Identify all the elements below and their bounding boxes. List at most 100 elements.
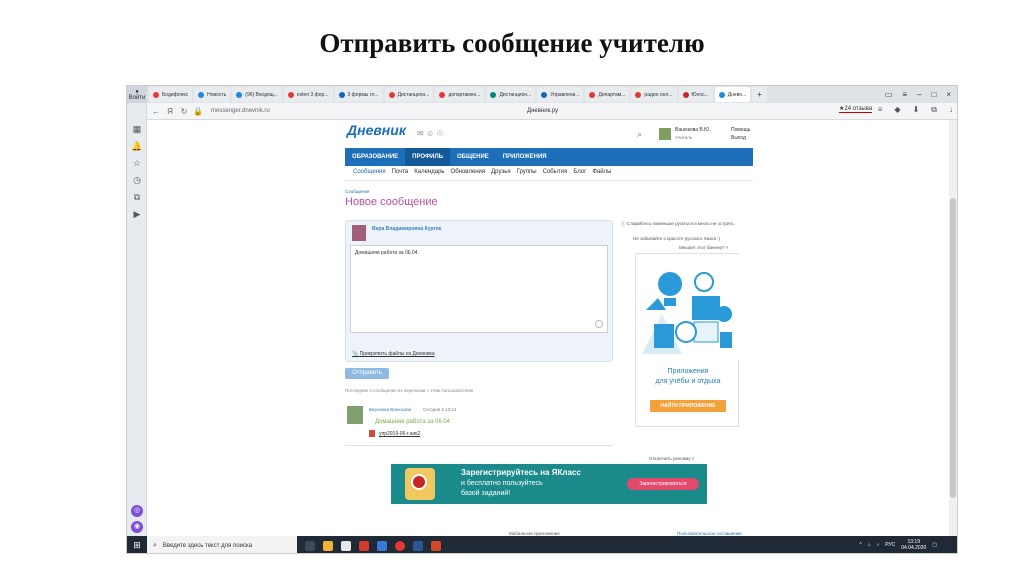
collections-icon[interactable]: ⧉ (131, 191, 143, 203)
scroll-thumb[interactable] (950, 198, 956, 498)
start-button[interactable]: ⊞ (127, 536, 147, 553)
bookmarks-icon[interactable]: ▭ (885, 90, 893, 99)
sub-nav-item[interactable]: Почта (392, 169, 409, 175)
reviews-link[interactable]: ★24 отзыва (839, 105, 873, 113)
main-nav-item[interactable]: ПРИЛОЖЕНИЯ (496, 148, 554, 166)
disable-ads-link[interactable]: Отключить рекламу × (649, 456, 694, 461)
media-app-icon[interactable] (377, 540, 387, 551)
media-icon[interactable]: ▶ (131, 208, 143, 220)
word-icon[interactable] (413, 540, 423, 551)
protect-icon[interactable]: ◆ (894, 105, 900, 115)
screenshot: ● Войти Бодифлекс Новость (96) Входящ... ex… (126, 85, 958, 554)
clock[interactable]: 13:19 04.04.2020 (901, 539, 926, 551)
profile-label: Войти (128, 94, 146, 101)
help-link[interactable]: Помощь (731, 127, 750, 133)
sub-nav-item[interactable]: Друзья (491, 169, 510, 175)
chat-icon[interactable]: ✉ (417, 129, 424, 138)
user-name[interactable]: Ванюкова В.Ю. (675, 127, 711, 133)
notifications-icon[interactable]: ☉ (436, 129, 443, 138)
banner-question[interactable]: Мешает этот баннер? × (679, 245, 728, 250)
history-icon[interactable]: ◷ (131, 174, 143, 186)
back-icon[interactable]: ← (151, 107, 161, 116)
history-info: Последние 3 сообщения из переписки с эти… (345, 388, 473, 393)
url-input[interactable]: messenger.dnevnik.ru (211, 108, 270, 114)
pdf-icon (369, 430, 375, 437)
people-icon[interactable]: ☺ (426, 129, 434, 138)
sub-nav-item[interactable]: Файлы (592, 169, 611, 175)
notification-center-icon[interactable]: ▢ (932, 542, 937, 548)
reader-icon[interactable]: ≡ (878, 105, 883, 115)
volume-icon[interactable]: ♪ (877, 542, 880, 548)
browser-tab[interactable]: Дневн... (714, 87, 751, 102)
browser-tab[interactable]: департамен... (435, 87, 485, 102)
taskbar-search-input[interactable]: ⌕ Введите здесь текст для поиска (147, 536, 297, 553)
browser-tab[interactable]: радио онл... (631, 87, 677, 102)
star-icon[interactable]: ☆ (131, 157, 143, 169)
sub-nav-item[interactable]: Сообщения (353, 169, 386, 175)
main-nav-item[interactable]: ОБЩЕНИЕ (450, 148, 496, 166)
web-page: Дневник ✉ ☺ ☉ ⌕ Ванюкова В.Ю. Учитель По… (147, 120, 951, 536)
sub-nav-item[interactable]: Календарь (414, 169, 444, 175)
browser-tab[interactable]: Новость (194, 87, 231, 102)
send-button[interactable]: Отправить (345, 368, 389, 379)
sub-nav-item[interactable]: Блог (573, 169, 586, 175)
network-icon[interactable]: ⌂ (868, 542, 871, 548)
store-icon[interactable] (341, 540, 351, 551)
attach-files-link[interactable]: 📎 Прикрепить файлы из Дневника (352, 351, 435, 357)
main-nav-item[interactable]: ПРОФИЛЬ (405, 148, 451, 166)
yandex-browser-icon[interactable] (395, 540, 405, 551)
close-icon[interactable]: × (946, 90, 951, 99)
find-app-button[interactable]: НАЙТИ ПРИЛОЖЕНИЕ (650, 400, 726, 412)
minimize-icon[interactable]: – (917, 90, 921, 99)
yaklass-banner[interactable]: Зарегистрируйтесь на ЯКласс и бесплатно … (391, 464, 707, 504)
search-icon[interactable]: ⌕ (637, 129, 642, 140)
browser-tab[interactable]: Департам... (585, 87, 630, 102)
powerpoint-icon[interactable] (431, 540, 441, 551)
new-tab-button[interactable]: + (752, 87, 767, 102)
download-icon[interactable]: ↓ (949, 105, 953, 115)
sub-nav-item[interactable]: Группы (517, 169, 537, 175)
breadcrumb[interactable]: Сообщения (345, 189, 369, 194)
message-textarea[interactable]: Домашняя работа за 06.04. (350, 245, 608, 333)
ad-card[interactable]: Приложения для учёбы и отдыха НАЙТИ ПРИЛ… (635, 253, 740, 427)
tray-arrow-icon[interactable]: ^ (859, 542, 861, 548)
page-scrollbar[interactable] (949, 120, 957, 536)
tab-label: 3 формы гл... (347, 91, 379, 98)
task-view-icon[interactable] (305, 540, 315, 551)
bell-icon[interactable]: 🔔 (131, 140, 143, 152)
alice-icon[interactable]: ◎ (131, 505, 143, 517)
main-nav-item[interactable]: ОБРАЗОВАНИЕ (345, 148, 405, 166)
history-sender[interactable]: Вероника Ванюкова (369, 407, 411, 412)
profile-button[interactable]: ● Войти (127, 86, 147, 103)
site-logo[interactable]: Дневник (347, 122, 406, 138)
browser-tab[interactable]: Управлени... (537, 87, 584, 102)
language-indicator[interactable]: РУС (885, 542, 895, 548)
recipient-name[interactable]: Вера Владимировна Куртяк (372, 226, 441, 232)
browser-tab[interactable]: 3 формы гл... (334, 87, 383, 102)
browser-tab[interactable]: exten 3 фор... (283, 87, 333, 102)
browser-tab[interactable]: Дистанцион... (384, 87, 434, 102)
sub-nav-item[interactable]: События (543, 169, 568, 175)
assistant-icon[interactable]: ◉ (131, 521, 143, 533)
reload-icon[interactable]: ↻ (179, 107, 189, 116)
logout-link[interactable]: Выход (731, 135, 746, 141)
emoji-icon[interactable] (595, 320, 603, 328)
user-avatar[interactable] (659, 128, 671, 140)
register-button[interactable]: Зарегистрироваться (627, 478, 699, 490)
slide: Отправить сообщение учителю ● Войти Боди… (0, 0, 1024, 574)
browser-tab[interactable]: (96) Входящ... (232, 87, 282, 102)
browser-tab[interactable]: Дистанцион... (486, 87, 536, 102)
browser-tab[interactable]: Юнос... (678, 87, 713, 102)
history-file-link[interactable]: упр2019-06-г.ник2 (379, 431, 420, 437)
grid-icon[interactable]: ▦ (131, 123, 143, 135)
sub-nav-item[interactable]: Обновления (451, 169, 486, 175)
download-shield-icon[interactable]: ⬇ (913, 105, 920, 115)
maximize-icon[interactable]: □ (931, 90, 936, 99)
browser-tab[interactable]: Бодифлекс (149, 87, 193, 102)
share-icon[interactable]: ⧉ (931, 105, 937, 115)
yandex-icon[interactable]: Я (165, 107, 175, 116)
divider (345, 445, 613, 446)
explorer-icon[interactable] (323, 540, 333, 551)
menu-icon[interactable]: ≡ (902, 90, 907, 99)
acrobat-icon[interactable] (359, 540, 369, 551)
